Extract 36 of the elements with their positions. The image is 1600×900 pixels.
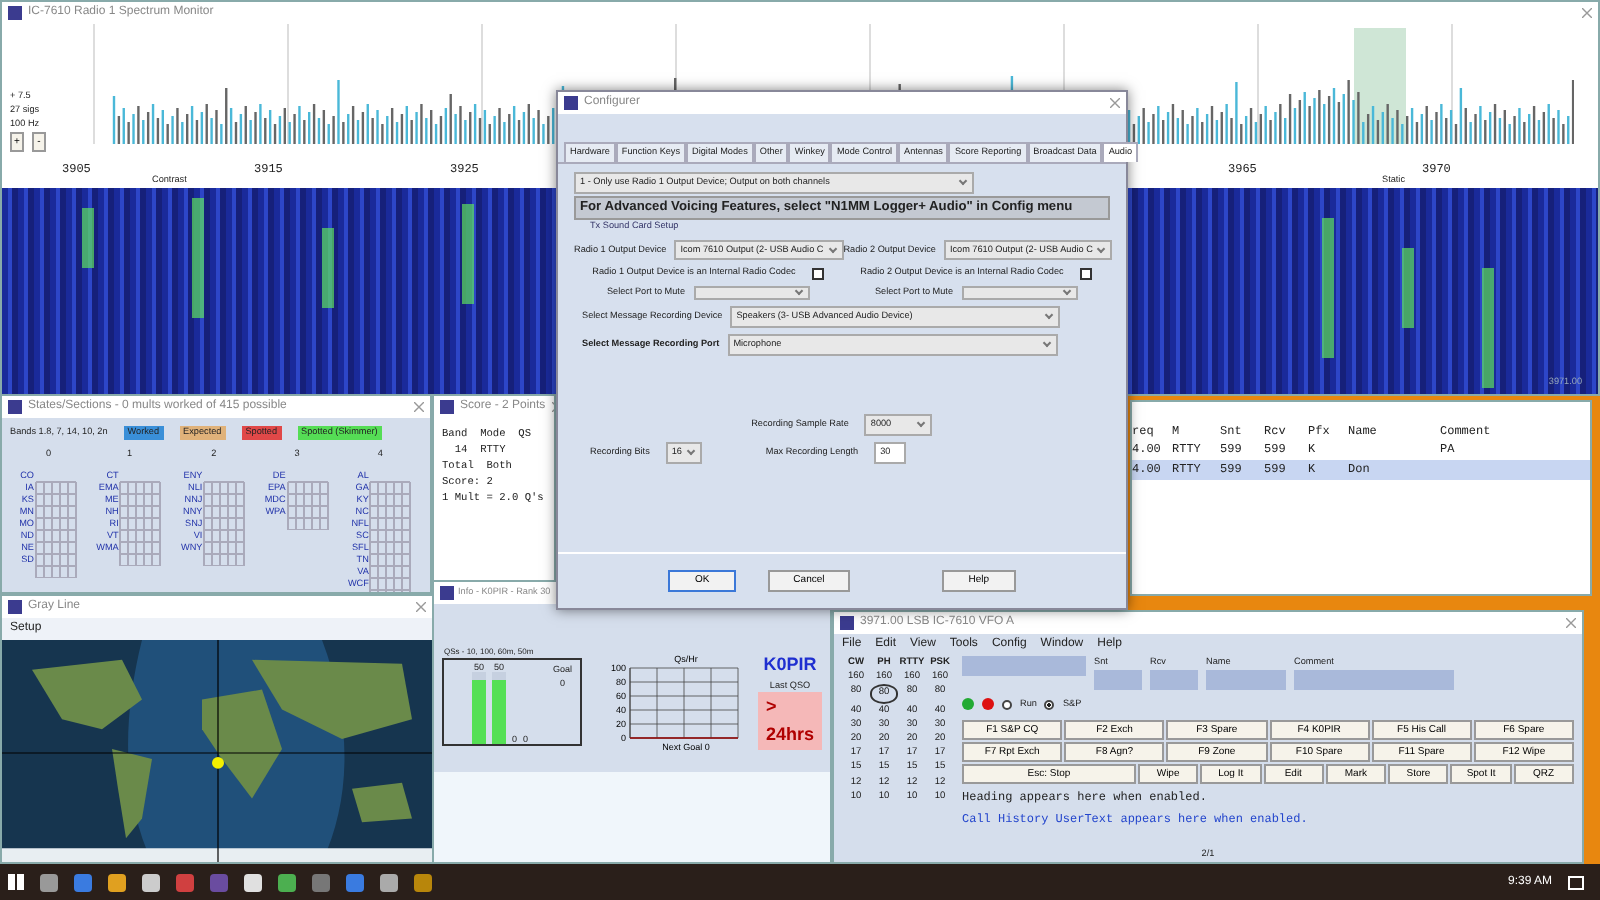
app-icon xyxy=(564,96,578,110)
caret-icon xyxy=(1061,287,1071,296)
callsign-field[interactable] xyxy=(962,656,1086,676)
caret-icon xyxy=(958,176,968,185)
app-icon xyxy=(8,400,22,414)
close-icon[interactable] xyxy=(1110,98,1120,108)
start-icon[interactable] xyxy=(8,874,24,890)
checkbox[interactable] xyxy=(1079,267,1092,280)
entry-field[interactable] xyxy=(1150,669,1198,690)
radio-button[interactable] xyxy=(1044,699,1055,710)
checkbox[interactable] xyxy=(811,267,824,280)
caret-icon xyxy=(686,446,696,456)
rate-line xyxy=(629,737,739,739)
caret-icon xyxy=(793,287,803,296)
app-icon xyxy=(440,586,454,600)
app-icon xyxy=(8,600,22,614)
app-icon xyxy=(440,400,454,414)
entry-field[interactable] xyxy=(1294,669,1454,690)
entry-field[interactable] xyxy=(1094,669,1142,690)
close-icon[interactable] xyxy=(1566,618,1576,628)
close-icon[interactable] xyxy=(416,602,426,612)
close-icon[interactable] xyxy=(414,402,424,412)
app-icon xyxy=(840,616,854,630)
caret-icon xyxy=(1042,339,1051,348)
entry-field[interactable] xyxy=(1206,669,1286,690)
last-qso-value: > 24hrs xyxy=(758,692,823,751)
close-icon[interactable] xyxy=(1582,8,1592,18)
app-icon xyxy=(8,6,22,20)
notification-icon[interactable] xyxy=(1568,875,1584,889)
caret-icon xyxy=(1045,311,1054,320)
callsign: K0PIR xyxy=(763,652,817,678)
caret-icon xyxy=(828,243,837,253)
caret-icon xyxy=(917,418,926,428)
caret-icon xyxy=(1097,243,1107,253)
chart-grid xyxy=(629,667,739,739)
radio-button[interactable] xyxy=(1002,699,1012,710)
